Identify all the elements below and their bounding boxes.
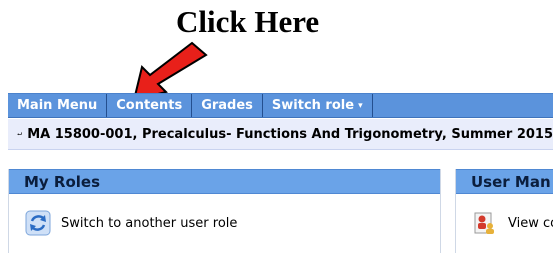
nav-contents[interactable]: Contents [107,94,193,117]
user-management-panel: User Man View co [455,169,553,253]
my-roles-header: My Roles [9,169,440,194]
chevron-down-icon: ▾ [358,100,363,111]
view-users-link[interactable]: View co [456,194,553,252]
view-users-label: View co [508,215,553,231]
user-management-header: User Man [456,169,553,194]
switch-user-role-label: Switch to another user role [61,215,238,231]
nav-grades[interactable]: Grades [192,94,263,117]
nav-main-menu[interactable]: Main Menu [8,94,108,117]
my-roles-panel: My Roles Switch to another user role [8,169,441,253]
nav-contents-label: Contents [116,98,183,113]
course-navbar: Main Menu Contents Grades Switch role ▾ [8,93,553,118]
click-here-callout: Click Here [176,4,320,39]
users-icon [474,212,494,234]
course-title-bar: MA 15800-001, Precalculus- Functions And… [8,119,553,150]
nav-switch-role[interactable]: Switch role ▾ [263,94,373,117]
return-arrow-icon [17,132,22,136]
switch-user-role-link[interactable]: Switch to another user role [9,194,440,252]
nav-grades-label: Grades [201,98,253,113]
nav-switch-role-label: Switch role [271,98,355,113]
refresh-icon [25,210,51,236]
course-title-link[interactable]: MA 15800-001, Precalculus- Functions And… [27,127,553,142]
nav-main-menu-label: Main Menu [17,98,98,113]
